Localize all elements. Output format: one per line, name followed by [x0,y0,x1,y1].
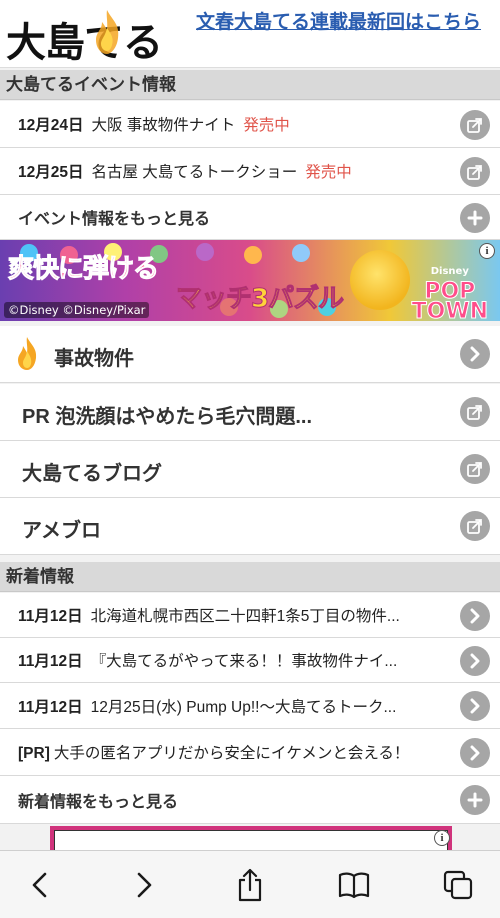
back-icon[interactable] [20,865,60,905]
bunshun-column-link[interactable]: 文春大島てる連載最新回はこちら [196,12,494,34]
banner-title: 爽快に弾ける [7,254,159,285]
event-date: 12月25日 [18,164,84,181]
menu-label: 大島てるブログ [22,463,162,485]
pooh-character-image [350,250,410,310]
event-status: 発売中 [305,164,352,181]
bookmarks-icon[interactable] [334,865,374,905]
news-more-row[interactable]: 新着情報をもっと見る [0,776,500,824]
flame-icon [18,337,37,370]
event-date: 12月24日 [18,117,84,134]
banner-subtitle: マッチ3パズル [175,284,344,315]
event-row[interactable]: 12月25日 名古屋 大島てるトークショー 発売中 [0,148,500,195]
chevron-right-icon[interactable] [460,339,490,369]
news-row[interactable]: 11月12日 『大島てるがやって来る！！事故物件ナイ... [0,638,500,683]
news-row-pr[interactable]: [PR] 大手の匿名アプリだから安全にイケメンと会える！ [0,729,500,776]
news-section-title: 新着情報 [0,562,500,592]
chevron-right-icon[interactable] [460,738,490,768]
news-date: 11月12日 [18,653,83,670]
forward-icon[interactable] [124,865,164,905]
chevron-right-icon[interactable] [460,691,490,721]
event-title: 名古屋 大島てるトークショー [91,164,298,181]
share-icon[interactable] [230,865,270,905]
ad-info-icon[interactable]: i [479,243,495,259]
tabs-icon[interactable] [438,865,478,905]
menu-item-jiko-bukken[interactable]: 事故物件 [0,326,500,383]
news-more-label: 新着情報をもっと見る [18,793,179,811]
menu-item-pr[interactable]: PR 泡洗顔はやめたら毛穴問題... [0,384,500,441]
news-row[interactable]: 11月12日 12月25日(水) Pump Up!!～大島てるトーク... [0,683,500,729]
menu-item-ameblo[interactable]: アメブロ [0,498,500,555]
logo-text: 大島てる [6,19,163,66]
menu-item-blog[interactable]: 大島てるブログ [0,441,500,498]
news-row[interactable]: 11月12日 北海道札幌市西区二十四軒1条5丁目の物件... [0,593,500,638]
external-link-icon[interactable] [460,511,490,541]
banner-copyright: ©Disney ©Disney/Pixar [4,302,150,318]
news-date: 11月12日 [18,608,83,625]
menu-label: アメブロ [22,520,101,542]
game-ad-banner[interactable]: 爽快に弾ける マッチ3パズル ©Disney ©Disney/Pixar Dis… [0,240,500,321]
news-date: 11月12日 [18,698,83,716]
plus-icon[interactable] [460,203,490,233]
news-title: 大手の匿名アプリだから安全にイケメンと会える！ [53,745,410,762]
external-link-icon[interactable] [460,110,490,140]
events-more-row[interactable]: イベント情報をもっと見る [0,195,500,240]
plus-icon[interactable] [460,785,490,815]
flame-icon [96,10,119,54]
event-status: 発売中 [243,117,290,134]
events-more-label: イベント情報をもっと見る [18,211,211,228]
news-title: 『大島てるがやって来る！！事故物件ナイ... [90,653,398,670]
event-row[interactable]: 12月24日 大阪 事故物件ナイト 発売中 [0,101,500,148]
chevron-right-icon[interactable] [460,646,490,676]
external-link-icon[interactable] [460,157,490,187]
comic-ad-image [54,830,448,852]
site-logo[interactable]: 大島てる [6,8,184,66]
menu-label: PR 泡洗顔はやめたら毛穴問題... [22,406,313,428]
ad-info-icon[interactable]: i [434,830,450,846]
news-title: 12月25日(水) Pump Up!!～大島てるトーク... [90,698,397,716]
external-link-icon[interactable] [460,454,490,484]
browser-toolbar [0,850,500,918]
menu-label: 事故物件 [54,348,134,370]
chevron-right-icon[interactable] [460,601,490,631]
site-header: 大島てる 文春大島てる連載最新回はこちら [0,0,500,68]
event-title: 大阪 事故物件ナイト [91,117,236,134]
news-title: 北海道札幌市西区二十四軒1条5丁目の物件... [90,608,400,625]
pr-badge: [PR] [18,745,50,762]
external-link-icon[interactable] [460,397,490,427]
comic-ad-banner[interactable]: i [50,826,452,852]
pop-town-logo: Disney POP TOWN [411,266,488,321]
events-section-title: 大島てるイベント情報 [0,70,500,100]
